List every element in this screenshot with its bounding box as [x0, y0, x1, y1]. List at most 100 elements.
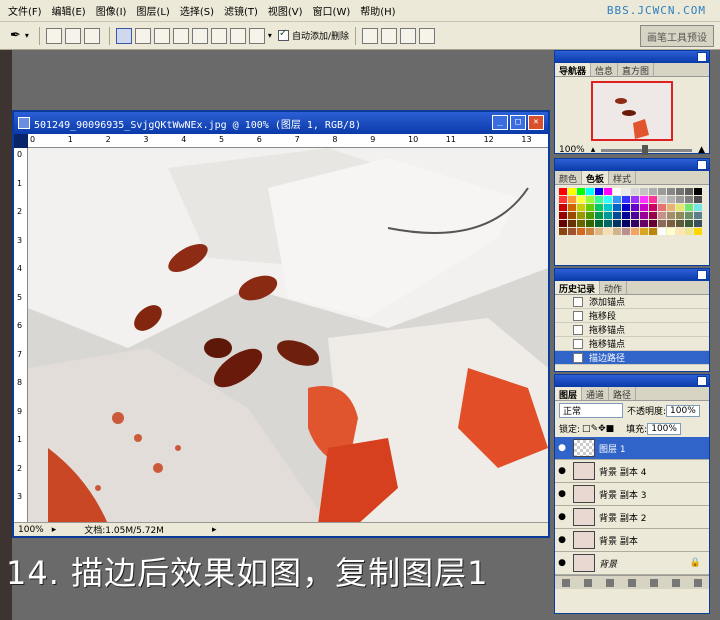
- color-swatch[interactable]: [595, 188, 603, 195]
- color-swatch[interactable]: [676, 220, 684, 227]
- color-swatch[interactable]: [568, 212, 576, 219]
- color-swatch[interactable]: [613, 220, 621, 227]
- color-swatch[interactable]: [676, 212, 684, 219]
- color-swatch[interactable]: [604, 212, 612, 219]
- slider-knob[interactable]: [642, 144, 649, 155]
- tab-navigator[interactable]: 导航器: [555, 63, 592, 77]
- color-swatch[interactable]: [658, 212, 666, 219]
- adjustment-layer-icon[interactable]: [628, 578, 636, 587]
- rectangle-icon[interactable]: [153, 27, 170, 44]
- color-swatch[interactable]: [586, 228, 594, 235]
- layer-row[interactable]: ● 背景 副本 2: [555, 506, 709, 529]
- color-swatch[interactable]: [694, 204, 702, 211]
- geometry-options-icon[interactable]: ▾: [268, 31, 272, 40]
- rounded-rectangle-icon[interactable]: [172, 27, 189, 44]
- close-icon[interactable]: [697, 376, 707, 386]
- color-swatch[interactable]: [667, 196, 675, 203]
- tool-preset-dropdown-icon[interactable]: ▾: [25, 31, 29, 40]
- pen-tool-icon[interactable]: ✒: [10, 28, 21, 43]
- close-icon[interactable]: ✕: [528, 115, 544, 130]
- color-swatch[interactable]: [622, 228, 630, 235]
- tab-channels[interactable]: 通道: [582, 387, 610, 401]
- color-swatch[interactable]: [685, 228, 693, 235]
- color-swatch[interactable]: [568, 220, 576, 227]
- visibility-eye-icon[interactable]: ●: [555, 489, 569, 499]
- color-swatch[interactable]: [559, 204, 567, 211]
- tab-swatches[interactable]: 色板: [582, 171, 610, 185]
- shape-layers-icon[interactable]: [45, 27, 62, 44]
- color-swatch[interactable]: [685, 212, 693, 219]
- tab-actions[interactable]: 动作: [600, 281, 628, 295]
- palette-well[interactable]: 画笔工具预设: [640, 25, 714, 47]
- color-swatch[interactable]: [586, 188, 594, 195]
- color-swatch[interactable]: [586, 204, 594, 211]
- color-swatch[interactable]: [595, 212, 603, 219]
- document-titlebar[interactable]: 501249_90096935_SvjgQKtWwNEx.jpg @ 100% …: [14, 112, 548, 134]
- minimize-icon[interactable]: _: [492, 115, 508, 130]
- color-swatch[interactable]: [577, 196, 585, 203]
- history-item[interactable]: 拖移段: [555, 309, 709, 323]
- color-swatch[interactable]: [694, 196, 702, 203]
- color-swatch[interactable]: [676, 196, 684, 203]
- color-swatch[interactable]: [640, 212, 648, 219]
- color-swatch[interactable]: [658, 220, 666, 227]
- status-menu-icon[interactable]: ▸: [48, 525, 61, 535]
- image-canvas[interactable]: [28, 148, 548, 524]
- color-swatch[interactable]: [559, 196, 567, 203]
- color-swatch[interactable]: [640, 228, 648, 235]
- color-swatch[interactable]: [622, 212, 630, 219]
- line-icon[interactable]: [229, 27, 246, 44]
- color-swatch[interactable]: [577, 188, 585, 195]
- color-swatch[interactable]: [649, 228, 657, 235]
- fill-pixels-icon[interactable]: [83, 27, 100, 44]
- color-swatch[interactable]: [577, 212, 585, 219]
- tab-styles[interactable]: 样式: [609, 171, 637, 185]
- navigator-zoom-slider[interactable]: [601, 144, 693, 155]
- color-swatch[interactable]: [631, 220, 639, 227]
- color-swatch[interactable]: [667, 188, 675, 195]
- color-swatch[interactable]: [658, 188, 666, 195]
- panel-titlebar[interactable]: [555, 375, 709, 387]
- menu-select[interactable]: 选择(S): [180, 3, 214, 18]
- navigator-zoom[interactable]: 100%: [559, 145, 585, 155]
- visibility-eye-icon[interactable]: ●: [555, 466, 569, 476]
- menu-file[interactable]: 文件(F): [8, 3, 42, 18]
- color-swatch[interactable]: [577, 204, 585, 211]
- color-swatch[interactable]: [631, 196, 639, 203]
- history-item[interactable]: 拖移锚点: [555, 337, 709, 351]
- history-item-active[interactable]: 描边路径: [555, 351, 709, 365]
- menu-window[interactable]: 窗口(W): [313, 3, 351, 18]
- color-swatch[interactable]: [586, 220, 594, 227]
- tab-paths[interactable]: 路径: [609, 387, 637, 401]
- path-exclude-icon[interactable]: [418, 27, 435, 44]
- maximize-icon[interactable]: □: [510, 115, 526, 130]
- color-swatch[interactable]: [586, 196, 594, 203]
- color-swatch[interactable]: [685, 196, 693, 203]
- layer-row[interactable]: ● 背景 副本 4: [555, 460, 709, 483]
- color-swatch[interactable]: [649, 196, 657, 203]
- color-swatch[interactable]: [667, 204, 675, 211]
- color-swatch[interactable]: [604, 196, 612, 203]
- panel-titlebar[interactable]: [555, 159, 709, 171]
- color-swatch[interactable]: [631, 228, 639, 235]
- pen-icon[interactable]: [115, 27, 132, 44]
- color-swatch[interactable]: [604, 188, 612, 195]
- color-swatch[interactable]: [568, 188, 576, 195]
- visibility-eye-icon[interactable]: ●: [555, 512, 569, 522]
- color-swatch[interactable]: [649, 220, 657, 227]
- color-swatch[interactable]: [631, 204, 639, 211]
- color-swatch[interactable]: [676, 228, 684, 235]
- color-swatch[interactable]: [622, 196, 630, 203]
- color-swatch[interactable]: [595, 220, 603, 227]
- fill-input[interactable]: 100%: [647, 422, 681, 435]
- panel-titlebar[interactable]: [555, 51, 709, 63]
- color-swatch[interactable]: [694, 212, 702, 219]
- color-swatch[interactable]: [667, 228, 675, 235]
- menu-layer[interactable]: 图层(L): [136, 3, 169, 18]
- new-group-icon[interactable]: [650, 578, 658, 587]
- menu-view[interactable]: 视图(V): [268, 3, 303, 18]
- path-intersect-icon[interactable]: [399, 27, 416, 44]
- color-swatch[interactable]: [649, 188, 657, 195]
- color-swatch[interactable]: [649, 212, 657, 219]
- color-swatch[interactable]: [559, 188, 567, 195]
